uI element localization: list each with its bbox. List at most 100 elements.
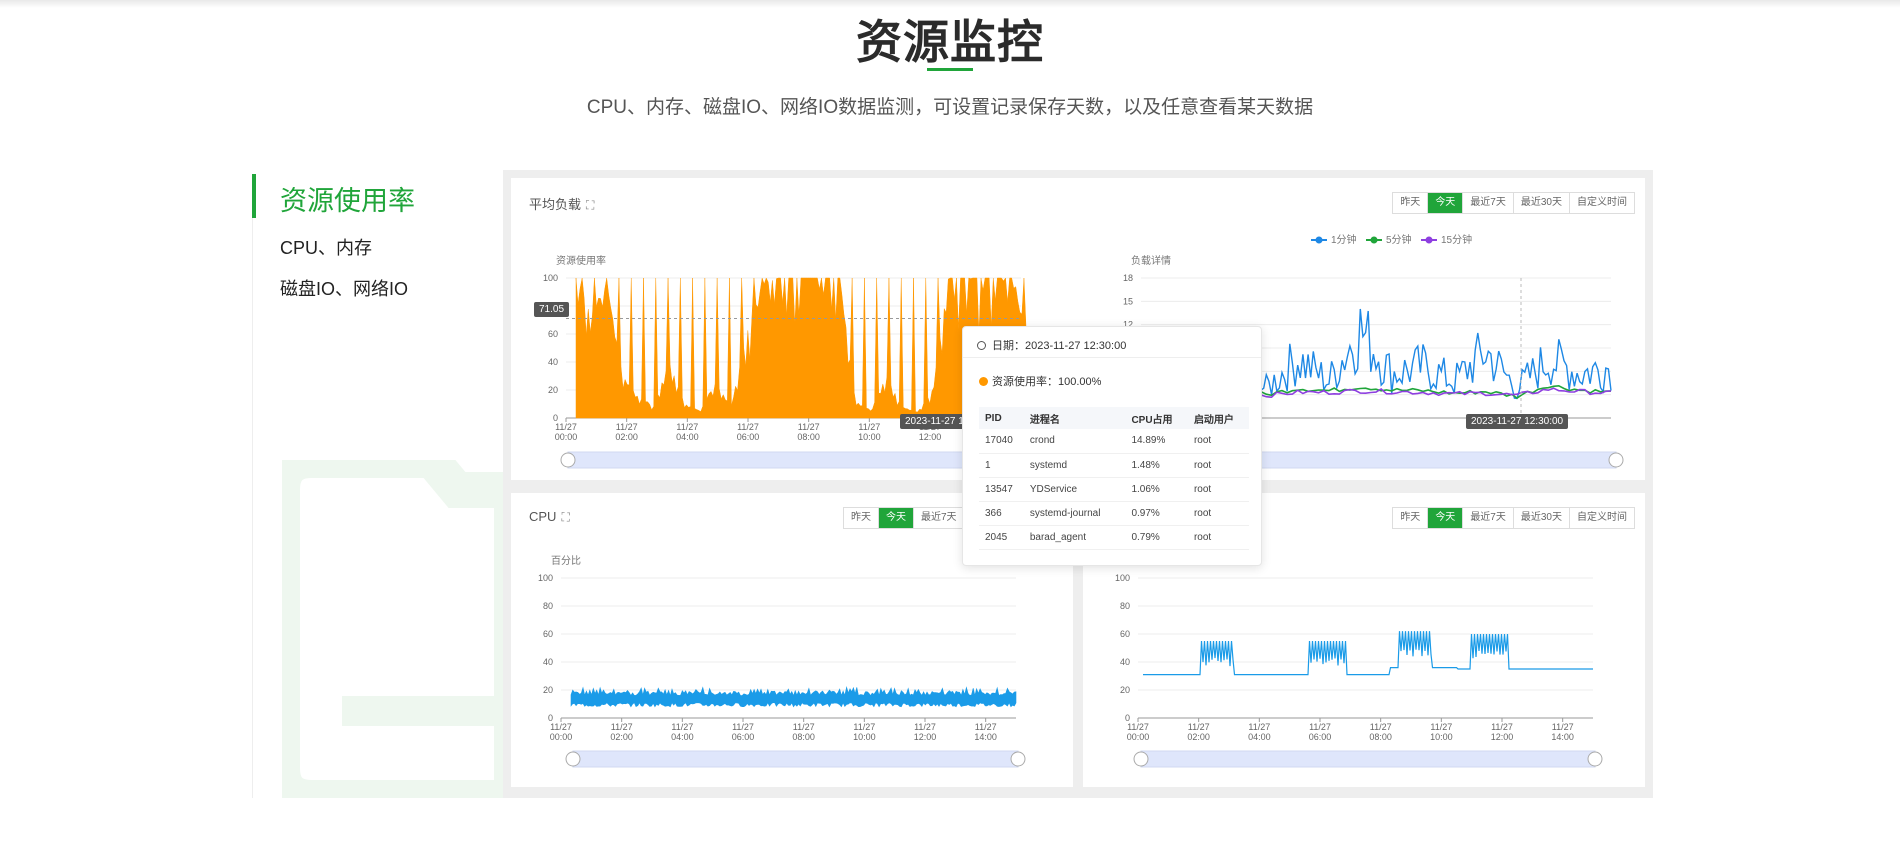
table-row: 1 systemd 1.48% root bbox=[979, 453, 1249, 478]
table-cell: systemd-journal bbox=[1023, 501, 1126, 526]
column-header: PID bbox=[979, 407, 1024, 429]
table-cell: 1 bbox=[979, 453, 1024, 478]
x-tick-label: 10:00 bbox=[853, 732, 876, 742]
x-tick-label: 11/27 bbox=[1309, 722, 1331, 732]
page-title: 资源监控 bbox=[856, 16, 1044, 68]
pointer-value-badge: 71.05 bbox=[534, 302, 570, 317]
y-tick-label: 40 bbox=[548, 357, 558, 367]
table-row: 13547 YDService 1.06% root bbox=[979, 477, 1249, 502]
y-tick-label: 20 bbox=[543, 685, 553, 695]
x-tick-label: 10:00 bbox=[858, 432, 881, 442]
y-tick-label: 100 bbox=[538, 573, 553, 583]
y-tick-label: 100 bbox=[543, 273, 558, 283]
legend-label: 1分钟 bbox=[1331, 233, 1357, 246]
slider-handle-left bbox=[1133, 751, 1149, 767]
table-row: 17040 crond 14.89% root bbox=[979, 429, 1249, 454]
x-tick-label: 00:00 bbox=[555, 432, 578, 442]
y-tick-label: 40 bbox=[543, 657, 553, 667]
y-tick-label: 80 bbox=[1120, 601, 1130, 611]
series-dot-icon bbox=[979, 377, 988, 386]
x-tick-label: 08:00 bbox=[797, 432, 820, 442]
legend-marker bbox=[1370, 236, 1378, 244]
active-indicator bbox=[252, 174, 256, 218]
data-zoom-slider bbox=[572, 750, 1019, 768]
table-cell: crond bbox=[1023, 429, 1126, 454]
y-tick-label: 20 bbox=[1120, 685, 1130, 695]
x-tick-label: 11/27 bbox=[1552, 722, 1574, 732]
y-tick-label: 80 bbox=[543, 601, 553, 611]
title-underline bbox=[927, 68, 973, 71]
x-tick-label: 11/27 bbox=[616, 422, 638, 432]
sidebar-item-cpu-memory[interactable]: CPU、内存 bbox=[280, 234, 372, 260]
x-tick-label: 11/27 bbox=[1491, 722, 1513, 732]
x-tick-label: 00:00 bbox=[1127, 732, 1150, 742]
table-cell: root bbox=[1187, 453, 1249, 478]
slider-handle-left bbox=[560, 452, 576, 468]
x-tick-label: 06:00 bbox=[1309, 732, 1332, 742]
x-tick-label: 06:00 bbox=[737, 432, 760, 442]
x-tick-label: 02:00 bbox=[1187, 732, 1210, 742]
y-tick-label: 20 bbox=[548, 385, 558, 395]
x-tick-label: 02:00 bbox=[615, 432, 638, 442]
table-cell: 17040 bbox=[979, 429, 1024, 454]
x-tick-label: 11/27 bbox=[914, 722, 936, 732]
sidebar-title[interactable]: 资源使用率 bbox=[280, 179, 415, 218]
y-tick-label: 60 bbox=[543, 629, 553, 639]
sidebar-item-disk-network[interactable]: 磁盘IO、网络IO bbox=[280, 275, 408, 301]
memory-series bbox=[1143, 631, 1593, 676]
column-header: 进程名 bbox=[1023, 407, 1126, 429]
x-tick-label: 11/27 bbox=[853, 722, 875, 732]
x-tick-label: 04:00 bbox=[1248, 732, 1271, 742]
y-tick-label: 40 bbox=[1120, 657, 1130, 667]
table-cell: YDService bbox=[1023, 477, 1126, 502]
data-zoom-slider bbox=[1140, 750, 1596, 768]
x-tick-label: 11/27 bbox=[798, 422, 820, 432]
x-tick-label: 10:00 bbox=[1430, 732, 1453, 742]
y-tick-label: 60 bbox=[1120, 629, 1130, 639]
axis-pointer-badge-right: 2023-11-27 12:30:00 bbox=[1466, 414, 1569, 429]
slider-handle-right bbox=[1608, 452, 1624, 468]
table-cell: 1.06% bbox=[1125, 477, 1188, 502]
table-row: 2045 barad_agent 0.79% root bbox=[979, 525, 1249, 550]
slider-handle-right bbox=[1010, 751, 1026, 767]
x-tick-label: 12:00 bbox=[914, 732, 937, 742]
table-cell: 2045 bbox=[979, 525, 1024, 550]
table-cell: 0.79% bbox=[1125, 525, 1188, 550]
x-tick-label: 11/27 bbox=[550, 722, 572, 732]
x-tick-label: 11/27 bbox=[737, 422, 759, 432]
table-cell: 366 bbox=[979, 501, 1024, 526]
process-tooltip: 日期：2023-11-27 12:30:00 资源使用率：100.00% PID… bbox=[962, 326, 1262, 566]
legend-marker bbox=[1315, 236, 1323, 244]
table-cell: 13547 bbox=[979, 477, 1024, 502]
table-cell: root bbox=[1187, 429, 1249, 454]
x-tick-label: 11/27 bbox=[671, 722, 693, 732]
tooltip-usage: 资源使用率：100.00% bbox=[979, 373, 1101, 389]
legend-marker bbox=[1425, 236, 1433, 244]
slider-handle-right bbox=[1587, 751, 1603, 767]
y-tick-label: 100 bbox=[1115, 573, 1130, 583]
table-cell: root bbox=[1187, 477, 1249, 502]
x-tick-label: 02:00 bbox=[610, 732, 633, 742]
x-tick-label: 11/27 bbox=[611, 722, 633, 732]
x-tick-label: 11/27 bbox=[732, 722, 754, 732]
slider-handle-left bbox=[565, 751, 581, 767]
x-tick-label: 11/27 bbox=[555, 422, 577, 432]
folder-decoration-icon bbox=[282, 460, 512, 798]
column-header: 启动用户 bbox=[1187, 407, 1249, 429]
x-tick-label: 12:00 bbox=[919, 432, 942, 442]
y-axis-label: 百分比 bbox=[551, 555, 581, 567]
x-tick-label: 11/27 bbox=[1127, 722, 1149, 732]
table-cell: 1.48% bbox=[1125, 453, 1188, 478]
x-tick-label: 11/27 bbox=[1370, 722, 1392, 732]
column-header: CPU占用 bbox=[1125, 407, 1188, 429]
clock-icon bbox=[977, 341, 986, 350]
x-tick-label: 14:00 bbox=[974, 732, 997, 742]
x-tick-label: 08:00 bbox=[1369, 732, 1392, 742]
y-tick-label: 18 bbox=[1123, 273, 1133, 283]
table-cell: root bbox=[1187, 501, 1249, 526]
table-cell: 14.89% bbox=[1125, 429, 1188, 454]
table-row: 366 systemd-journal 0.97% root bbox=[979, 501, 1249, 526]
legend-label: 15分钟 bbox=[1441, 233, 1472, 246]
x-tick-label: 11/27 bbox=[793, 722, 815, 732]
x-tick-label: 04:00 bbox=[671, 732, 694, 742]
